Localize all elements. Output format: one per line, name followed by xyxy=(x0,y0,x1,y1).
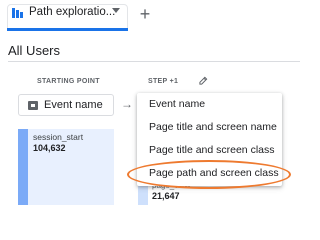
dimension-label: Event name xyxy=(44,99,103,111)
event-icon xyxy=(28,101,38,110)
add-tab-button[interactable]: + xyxy=(135,5,155,25)
starting-point-dimension-selector[interactable]: Event name xyxy=(18,94,114,116)
menu-item-event-name[interactable]: Event name xyxy=(149,98,205,110)
node-event-count: 104,632 xyxy=(33,143,66,153)
node-bar xyxy=(18,129,28,205)
node-event-name: session_start xyxy=(33,132,84,142)
tab-bar: Path exploratio... + xyxy=(0,0,300,33)
arrow-right-icon: → xyxy=(121,97,133,111)
highlight-annotation xyxy=(127,160,291,189)
menu-item-page-title-screen-class[interactable]: Page title and screen class xyxy=(149,144,275,156)
divider xyxy=(8,61,300,62)
path-exploration-icon xyxy=(12,8,23,18)
segment-title: All Users xyxy=(8,43,61,58)
tab-active-indicator xyxy=(7,28,128,31)
column-header-starting-point: STARTING POINT xyxy=(37,78,100,85)
pencil-icon[interactable] xyxy=(199,76,208,85)
step-node-event-count: 21,647 xyxy=(152,191,180,201)
tab-label: Path exploratio... xyxy=(29,6,116,18)
chevron-down-icon[interactable] xyxy=(112,8,120,13)
menu-item-page-title-screen-name[interactable]: Page title and screen name xyxy=(149,121,277,133)
column-header-step: STEP +1 xyxy=(148,78,179,85)
